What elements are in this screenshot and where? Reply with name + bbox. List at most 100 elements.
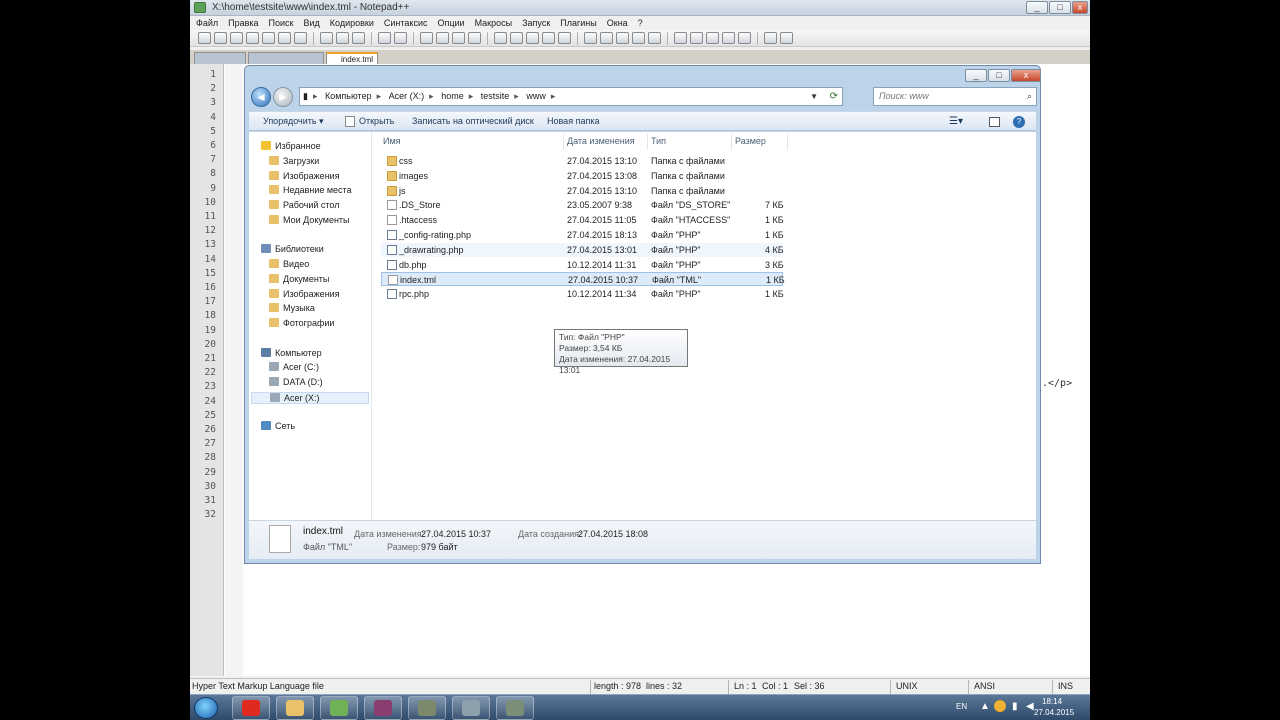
nav-item[interactable]: Музыка — [269, 303, 315, 313]
toolbar-button-icon[interactable] — [542, 32, 555, 44]
toolbar-button-icon[interactable] — [722, 32, 735, 44]
toolbar-button-icon[interactable] — [690, 32, 703, 44]
clock-time[interactable]: 18:14 — [1042, 697, 1062, 706]
toolbar-button-icon[interactable] — [246, 32, 259, 44]
status-eol[interactable]: UNIX — [896, 681, 918, 691]
toolbar-button-icon[interactable] — [468, 32, 481, 44]
nav-item[interactable]: Компьютер — [261, 348, 322, 358]
organize-button[interactable]: Упорядочить ▾ — [263, 116, 324, 127]
toolbar-button-icon[interactable] — [510, 32, 523, 44]
nav-item[interactable]: Acer (C:) — [269, 362, 319, 372]
refresh-icon[interactable]: ⟳ — [830, 88, 838, 105]
menu-item[interactable]: Плагины — [560, 16, 596, 30]
status-encoding[interactable]: ANSI — [974, 681, 995, 691]
toolbar-button-icon[interactable] — [436, 32, 449, 44]
column-header-date[interactable]: Дата изменения — [567, 136, 635, 146]
back-arrow-icon[interactable]: ◄ — [251, 87, 271, 107]
file-row[interactable]: index.tml 27.04.2015 10:37 Файл "TML" 1 КБ — [381, 272, 785, 287]
toolbar-button-icon[interactable] — [674, 32, 687, 44]
nav-item[interactable]: Документы — [269, 274, 329, 284]
taskbar-app-button[interactable] — [496, 696, 534, 720]
search-input[interactable]: Поиск: www ⌕ — [873, 87, 1037, 106]
toolbar-button-icon[interactable] — [214, 32, 227, 44]
column-header-size[interactable]: Размер — [735, 136, 766, 146]
file-row[interactable]: images 27.04.2015 13:08 Папка с файлами — [381, 169, 783, 183]
address-bar[interactable]: ▮ ▸ Компьютер ▸ Acer (X:) ▸ home ▸ testsite ▸… — [299, 87, 843, 106]
nav-item[interactable]: Изображения — [269, 289, 340, 299]
taskbar-yandex-button[interactable] — [232, 696, 270, 720]
open-button[interactable]: Открыть — [359, 116, 394, 126]
tray-app-icon[interactable] — [994, 700, 1006, 712]
file-row[interactable]: .DS_Store 23.05.2007 9:38 Файл "DS_STORE" 7… — [381, 198, 784, 212]
menu-item[interactable]: Окна — [607, 16, 628, 30]
toolbar-button-icon[interactable] — [632, 32, 645, 44]
nav-item[interactable]: Загрузки — [269, 156, 319, 166]
burn-disc-button[interactable]: Записать на оптический диск — [412, 116, 534, 126]
new-folder-button[interactable]: Новая папка — [547, 116, 599, 126]
npp-tab-2[interactable] — [248, 52, 324, 64]
network-icon[interactable]: ▮ — [1012, 701, 1018, 712]
file-row[interactable]: .htaccess 27.04.2015 11:05 Файл "HTACCESS"… — [381, 213, 784, 227]
toolbar-button-icon[interactable] — [294, 32, 307, 44]
nav-item[interactable]: Сеть — [261, 421, 295, 431]
toolbar-button-icon[interactable] — [558, 32, 571, 44]
breadcrumb-computer[interactable]: Компьютер — [322, 88, 375, 105]
clock-date[interactable]: 27.04.2015 — [1034, 708, 1074, 717]
nav-item[interactable]: Acer (X:) — [251, 392, 369, 404]
toolbar-button-icon[interactable] — [706, 32, 719, 44]
chevron-down-icon[interactable]: ▼ — [810, 88, 818, 105]
file-row[interactable]: rpc.php 10.12.2014 11:34 Файл "PHP" 1 КБ — [381, 287, 784, 301]
npp-close-button[interactable]: x — [1072, 1, 1088, 14]
toolbar-button-icon[interactable] — [648, 32, 661, 44]
toolbar-button-icon[interactable] — [738, 32, 751, 44]
file-row[interactable]: css 27.04.2015 13:10 Папка с файлами — [381, 154, 783, 168]
column-header-type[interactable]: Тип — [651, 136, 666, 146]
menu-item[interactable]: Опции — [437, 16, 464, 30]
taskbar-explorer-button[interactable] — [276, 696, 314, 720]
toolbar-button-icon[interactable] — [584, 32, 597, 44]
menu-item[interactable]: Правка — [228, 16, 258, 30]
menu-item[interactable]: Кодировки — [330, 16, 374, 30]
toolbar-button-icon[interactable] — [262, 32, 275, 44]
windows-start-icon[interactable] — [194, 697, 218, 719]
language-indicator[interactable]: EN — [956, 702, 967, 711]
toolbar-button-icon[interactable] — [616, 32, 629, 44]
toolbar-button-icon[interactable] — [320, 32, 333, 44]
npp-minimize-button[interactable]: _ — [1026, 1, 1048, 14]
toolbar-button-icon[interactable] — [420, 32, 433, 44]
toolbar-button-icon[interactable] — [526, 32, 539, 44]
toolbar-button-icon[interactable] — [494, 32, 507, 44]
nav-item[interactable]: DATA (D:) — [269, 377, 323, 387]
taskbar-notepadpp-button[interactable] — [320, 696, 358, 720]
toolbar-button-icon[interactable] — [764, 32, 777, 44]
taskbar-app-button[interactable] — [408, 696, 446, 720]
file-row[interactable]: db.php 10.12.2014 11:31 Файл "PHP" 3 КБ — [381, 258, 784, 272]
taskbar-app-button[interactable] — [452, 696, 490, 720]
toolbar-button-icon[interactable] — [378, 32, 391, 44]
menu-item[interactable]: Синтаксис — [384, 16, 428, 30]
toolbar-button-icon[interactable] — [278, 32, 291, 44]
menu-item[interactable]: Макросы — [475, 16, 513, 30]
nav-item[interactable]: Избранное — [261, 141, 321, 151]
view-options-icon[interactable]: ☰▾ — [949, 116, 963, 127]
forward-arrow-icon[interactable]: ► — [273, 87, 293, 107]
nav-item[interactable]: Рабочий стол — [269, 200, 340, 210]
nav-item[interactable]: Недавние места — [269, 185, 352, 195]
nav-item[interactable]: Фотографии — [269, 318, 334, 328]
npp-tab-index-tml[interactable]: index.tml — [326, 52, 378, 64]
toolbar-button-icon[interactable] — [230, 32, 243, 44]
toolbar-button-icon[interactable] — [198, 32, 211, 44]
taskbar-winrar-button[interactable] — [364, 696, 402, 720]
column-header-name[interactable]: Имя — [383, 136, 401, 146]
file-row[interactable]: _drawrating.php 27.04.2015 13:01 Файл "PHP… — [381, 242, 784, 257]
search-icon[interactable]: ⌕ — [1027, 88, 1032, 105]
menu-item[interactable]: ? — [638, 16, 643, 30]
menu-item[interactable]: Вид — [304, 16, 320, 30]
toolbar-button-icon[interactable] — [394, 32, 407, 44]
volume-icon[interactable]: ◀ — [1026, 701, 1034, 712]
file-row[interactable]: js 27.04.2015 13:10 Папка с файлами — [381, 184, 783, 198]
breadcrumb-www[interactable]: www — [523, 88, 549, 105]
help-icon[interactable]: ? — [1013, 116, 1025, 128]
menu-item[interactable]: Поиск — [269, 16, 294, 30]
npp-maximize-button[interactable]: □ — [1049, 1, 1071, 14]
